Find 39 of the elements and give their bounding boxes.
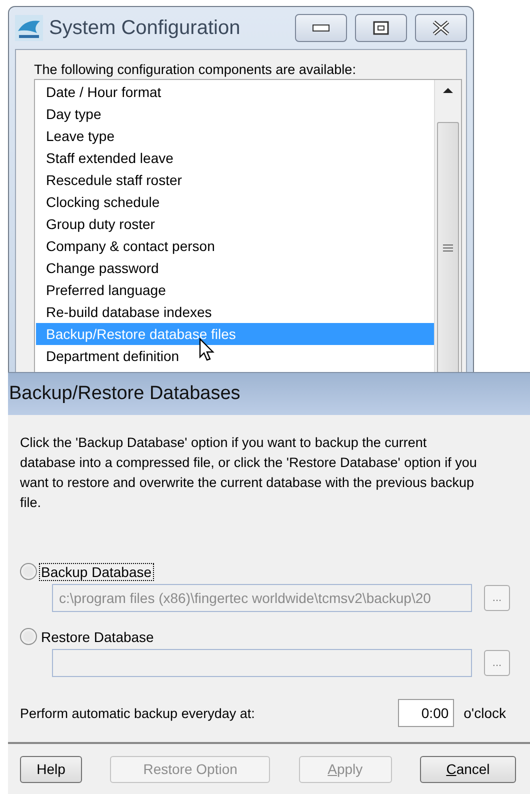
list-item[interactable]: Leave type xyxy=(36,125,434,147)
description-text: Click the 'Backup Database' option if you want to backup the current database into a compressed file, or click the 'Restore Database' option if you want to restore and overwrite the current database with the previous backup file. xyxy=(20,434,478,512)
dialog-button[interactable]: Cancel xyxy=(420,756,516,782)
list-item[interactable]: Group duty roster xyxy=(36,213,434,235)
list-item[interactable]: Rescedule staff roster xyxy=(36,169,434,191)
list-item[interactable]: Day type xyxy=(36,103,434,125)
list-item[interactable]: Date / Hour format xyxy=(36,81,434,103)
browse-button[interactable]: ... xyxy=(484,650,510,676)
list-item[interactable]: Clocking schedule xyxy=(36,191,434,213)
time-field[interactable]: 0:00 xyxy=(398,699,454,727)
scroll-thumb[interactable] xyxy=(437,122,459,372)
close-button[interactable] xyxy=(415,14,467,42)
panel-title: Backup/Restore Databases xyxy=(9,383,240,405)
maximize-icon xyxy=(373,21,389,35)
maximize-button[interactable] xyxy=(355,14,407,42)
path-field[interactable] xyxy=(52,649,472,677)
grip-icon xyxy=(443,244,453,252)
list-item[interactable]: Change password xyxy=(36,257,434,279)
list-item[interactable]: Re-build database indexes xyxy=(36,301,434,323)
unit-label: o'clock xyxy=(464,705,506,721)
minimize-button[interactable] xyxy=(295,14,347,42)
list-item[interactable]: Staff extended leave xyxy=(36,147,434,169)
radio-label[interactable]: Backup Database xyxy=(40,564,153,580)
list-item[interactable]: Company & contact person xyxy=(36,235,434,257)
mouse-cursor-icon xyxy=(199,338,215,362)
schedule-label: Perform automatic backup everyday at: xyxy=(20,706,256,720)
window-title: System Configuration xyxy=(49,16,242,40)
scrollbar[interactable] xyxy=(434,80,461,372)
dialog-button[interactable]: Help xyxy=(20,756,82,782)
list-label: The following configuration components are available: xyxy=(34,62,357,77)
radio-button[interactable] xyxy=(20,628,37,645)
radio-button[interactable] xyxy=(20,563,37,580)
browse-button[interactable]: ... xyxy=(484,585,510,611)
close-icon xyxy=(432,20,450,36)
radio-label[interactable]: Restore Database xyxy=(40,628,155,644)
list-item[interactable]: Department definition xyxy=(36,345,434,367)
app-logo-icon xyxy=(15,15,43,41)
minimize-icon xyxy=(312,24,330,32)
list-item[interactable]: Preferred language xyxy=(36,279,434,301)
